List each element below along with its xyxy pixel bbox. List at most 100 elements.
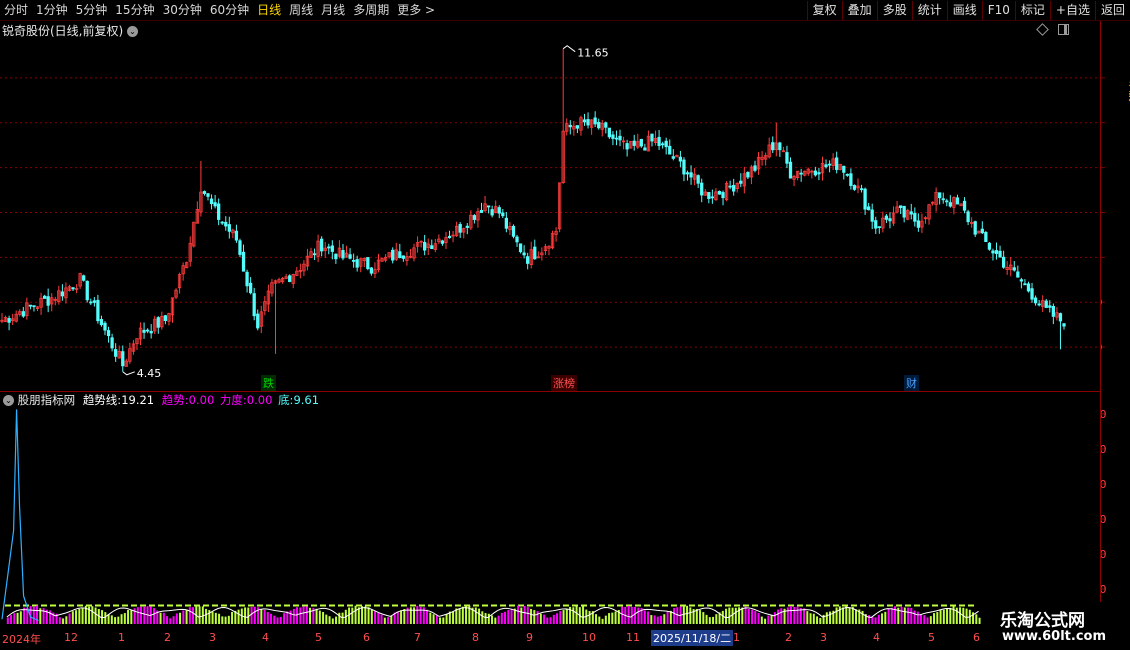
- candle-body: [96, 299, 100, 322]
- period-tab-9[interactable]: 多周期: [349, 0, 393, 20]
- indicator-bar: [361, 606, 364, 624]
- candle-body: [465, 225, 469, 228]
- tool-button-5[interactable]: F10: [981, 1, 1015, 20]
- candle-body: [501, 212, 505, 217]
- period-tab-7[interactable]: 周线: [285, 0, 317, 20]
- signal-label-finance: 财: [904, 375, 919, 391]
- candle-body: [60, 291, 65, 297]
- candle-body: [859, 188, 864, 191]
- indicator-name[interactable]: 股朋指标网: [18, 393, 76, 407]
- period-tab-4[interactable]: 30分钟: [159, 0, 206, 20]
- indicator-bar: [341, 612, 344, 624]
- candle-body: [224, 221, 228, 227]
- indicator-bar: [829, 611, 832, 624]
- tool-button-2[interactable]: 多股: [876, 1, 912, 20]
- candle-body: [479, 209, 484, 213]
- tool-button-7[interactable]: +自选: [1049, 1, 1095, 20]
- indicator-bar: [136, 607, 139, 624]
- indicator-bar: [279, 616, 282, 624]
- tool-button-4[interactable]: 画线: [946, 1, 982, 20]
- candlestick-chart[interactable]: 11.65 4.45: [0, 21, 1100, 391]
- indicator-bar: [890, 607, 893, 624]
- candle-body: [1026, 283, 1031, 292]
- indicator-bar: [283, 613, 286, 624]
- period-tab-8[interactable]: 月线: [317, 0, 349, 20]
- candle-body: [85, 280, 89, 301]
- candle-body: [217, 203, 221, 220]
- tool-button-3[interactable]: 统计: [911, 1, 947, 20]
- tool-button-8[interactable]: 返回: [1094, 1, 1130, 20]
- stock-title[interactable]: 锐奇股份(日线,前复权) ⌄: [2, 22, 139, 39]
- period-tab-3[interactable]: 15分钟: [111, 0, 158, 20]
- indicator-bar: [721, 610, 724, 624]
- candle-body: [721, 192, 725, 199]
- date-label: 10: [582, 631, 596, 644]
- candle-body: [82, 275, 86, 281]
- indicator-bar: [695, 608, 698, 624]
- indicator-bar: [383, 617, 386, 624]
- indicator-tick-label: 450.0: [1101, 478, 1107, 491]
- indicator-bar: [530, 608, 533, 624]
- tool-button-6[interactable]: 标记: [1014, 1, 1050, 20]
- candle-body: [788, 161, 793, 179]
- candle-body: [966, 211, 970, 223]
- candle-body: [423, 242, 427, 251]
- tool-button-1[interactable]: 叠加: [841, 1, 877, 20]
- indicator-bar: [263, 610, 266, 624]
- trend-line-value: 19.21: [121, 393, 155, 407]
- indicator-bar: [660, 615, 663, 624]
- indicator-bar: [478, 608, 481, 624]
- candle-body: [533, 246, 537, 260]
- chevron-down-icon[interactable]: ⌄: [127, 26, 139, 37]
- indicator-bar: [500, 612, 503, 624]
- period-tab-2[interactable]: 5分钟: [72, 0, 112, 20]
- indicator-bar: [143, 606, 146, 624]
- signal-label-limit-up: 涨榜: [551, 375, 577, 391]
- period-tab-6[interactable]: 日线: [253, 0, 285, 20]
- candle-body: [827, 163, 832, 166]
- candle-body: [1016, 271, 1020, 278]
- indicator-bar: [643, 610, 646, 624]
- indicator-bar: [725, 608, 728, 624]
- main-chart-panel[interactable]: 11.65 4.45 锐奇股份(日线,前复权) ⌄ 跌 涨榜 财: [0, 21, 1100, 392]
- candle-body: [288, 275, 292, 282]
- indicator-bar: [185, 609, 188, 624]
- indicator-bar: [907, 607, 910, 624]
- indicator-bar: [481, 611, 484, 624]
- date-label: 2: [164, 631, 171, 644]
- candle-body: [945, 200, 949, 203]
- indicator-bar: [676, 607, 679, 624]
- tool-button-0[interactable]: 复权: [806, 1, 842, 20]
- candle-body: [874, 220, 878, 229]
- period-tab-1[interactable]: 1分钟: [32, 0, 72, 20]
- period-tab-10[interactable]: 更多 >: [393, 0, 439, 20]
- indicator-bar: [302, 606, 305, 624]
- indicator-bar: [747, 608, 750, 624]
- indicator-bar: [910, 607, 913, 624]
- indicator-bar: [357, 607, 360, 624]
- candle-body: [209, 198, 214, 205]
- candle-body: [518, 243, 523, 253]
- indicator-bar: [588, 611, 591, 624]
- candle-body: [1037, 303, 1041, 306]
- indicator-bar: [608, 613, 611, 624]
- candle-body: [849, 173, 853, 186]
- indicator-bar: [374, 611, 377, 624]
- high-marker: [562, 45, 576, 53]
- indicator-bar: [390, 615, 393, 624]
- candle-body: [515, 236, 519, 243]
- period-tab-5[interactable]: 60分钟: [206, 0, 253, 20]
- indicator-chart[interactable]: [0, 392, 1100, 628]
- indicator-bar: [572, 607, 575, 624]
- period-tab-0[interactable]: 分时: [0, 0, 32, 20]
- indicator-bar: [117, 616, 120, 624]
- indicator-bar: [634, 606, 637, 624]
- indicator-bar: [114, 617, 117, 624]
- indicator-bar: [812, 613, 815, 624]
- candle-body: [241, 251, 246, 272]
- candle-body: [984, 232, 988, 242]
- window-toggle-icon[interactable]: [1058, 24, 1069, 35]
- date-label: 1: [733, 631, 740, 644]
- indicator-bar: [322, 612, 325, 624]
- chevron-down-icon[interactable]: ⌄: [3, 395, 14, 406]
